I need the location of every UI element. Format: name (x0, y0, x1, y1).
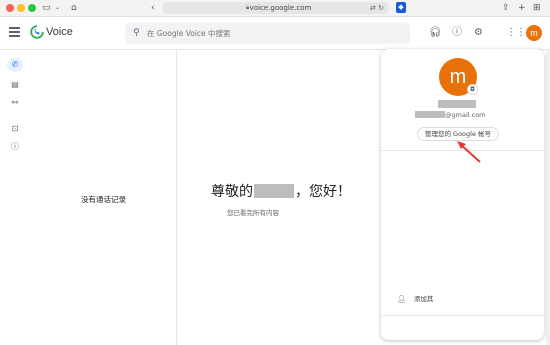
close-window-button[interactable] (6, 4, 14, 12)
add-account-button[interactable]: 👤︎ 添加其 (397, 293, 433, 303)
left-rail: ✆ ▤ ⚯ ⊡ ⓘ (0, 50, 30, 345)
tab-overview-icon[interactable]: ⊞ (533, 2, 541, 14)
bitwarden-extension-icon[interactable]: ◆ (396, 2, 406, 13)
browser-toolbar: ▭ ⌄ ⌂ ‹ 🔒︎ voice.google.com ⇄ ↻ ◆ ⇪ + ⊞ (0, 0, 550, 17)
sidebar-toggle-icon[interactable]: ▭ (42, 2, 51, 14)
translate-reload-icon[interactable]: ⇄ ↻ (370, 2, 384, 14)
greeting-suffix: ，您好！ (295, 184, 351, 200)
redacted-account-name (438, 100, 476, 108)
greeting-prefix: 尊敬的 (211, 184, 253, 200)
account-email: @gmail.com (415, 111, 486, 119)
message-icon[interactable]: ▤ (7, 78, 23, 92)
headset-icon[interactable]: 🎧︎ (429, 27, 442, 39)
menu-icon[interactable] (9, 27, 20, 37)
settings-icon[interactable]: ⚙ (474, 27, 483, 39)
chevron-down-icon[interactable]: ⌄ (55, 2, 60, 14)
home-icon[interactable]: ⌂ (71, 2, 77, 14)
new-tab-icon[interactable]: + (518, 2, 526, 14)
apps-grid-icon[interactable]: ⋮⋮ (506, 27, 526, 39)
share-icon[interactable]: ⇪ (502, 2, 510, 14)
voicemail-icon[interactable]: ⚯ (7, 96, 23, 110)
app-header: Voice ⚲ 🎧︎ ⓘ ⚙ ⋮⋮ m (0, 17, 550, 50)
empty-calls-text: 没有通话记录 (81, 195, 126, 204)
divider (381, 315, 544, 316)
calls-list-pane: 没有通话记录 (30, 50, 177, 345)
add-account-label: 添加其 (413, 295, 434, 303)
redacted-email-user (415, 111, 445, 118)
account-popup: m ◘ @gmail.com 管理您的 Google 帐号 👤︎ 添加其 (381, 49, 544, 340)
help-icon[interactable]: ⓘ (452, 27, 462, 39)
email-domain: @gmail.com (445, 111, 486, 119)
account-avatar-button[interactable]: m (526, 25, 542, 41)
url-text: voice.google.com (249, 4, 312, 12)
scrollbar[interactable] (546, 50, 550, 345)
add-person-icon: 👤︎ (397, 295, 406, 303)
zoom-window-button[interactable] (28, 4, 36, 12)
redacted-name (254, 184, 294, 198)
greeting: 尊敬的 ，您好！ (211, 181, 351, 201)
voice-logo-icon (30, 25, 44, 39)
back-icon[interactable]: ‹ (151, 2, 155, 14)
phone-icon[interactable]: ✆ (7, 58, 23, 72)
spam-icon[interactable]: ⓘ (7, 140, 23, 154)
caught-up-text: 您已看完所有内容 (227, 209, 279, 217)
app-name: Voice (46, 26, 73, 38)
archive-icon[interactable]: ⊡ (7, 122, 23, 136)
lock-icon: 🔒︎ (246, 4, 250, 11)
minimize-window-button[interactable] (17, 4, 25, 12)
address-bar[interactable]: 🔒︎ voice.google.com ⇄ ↻ (163, 2, 388, 14)
search-input[interactable] (147, 23, 402, 44)
main-content: 尊敬的 ，您好！ 您已看完所有内容 (178, 50, 378, 345)
search-bar[interactable]: ⚲ (125, 23, 410, 44)
camera-icon[interactable]: ◘ (467, 84, 478, 95)
annotation-arrow-icon (457, 141, 481, 163)
search-icon[interactable]: ⚲ (133, 28, 140, 38)
